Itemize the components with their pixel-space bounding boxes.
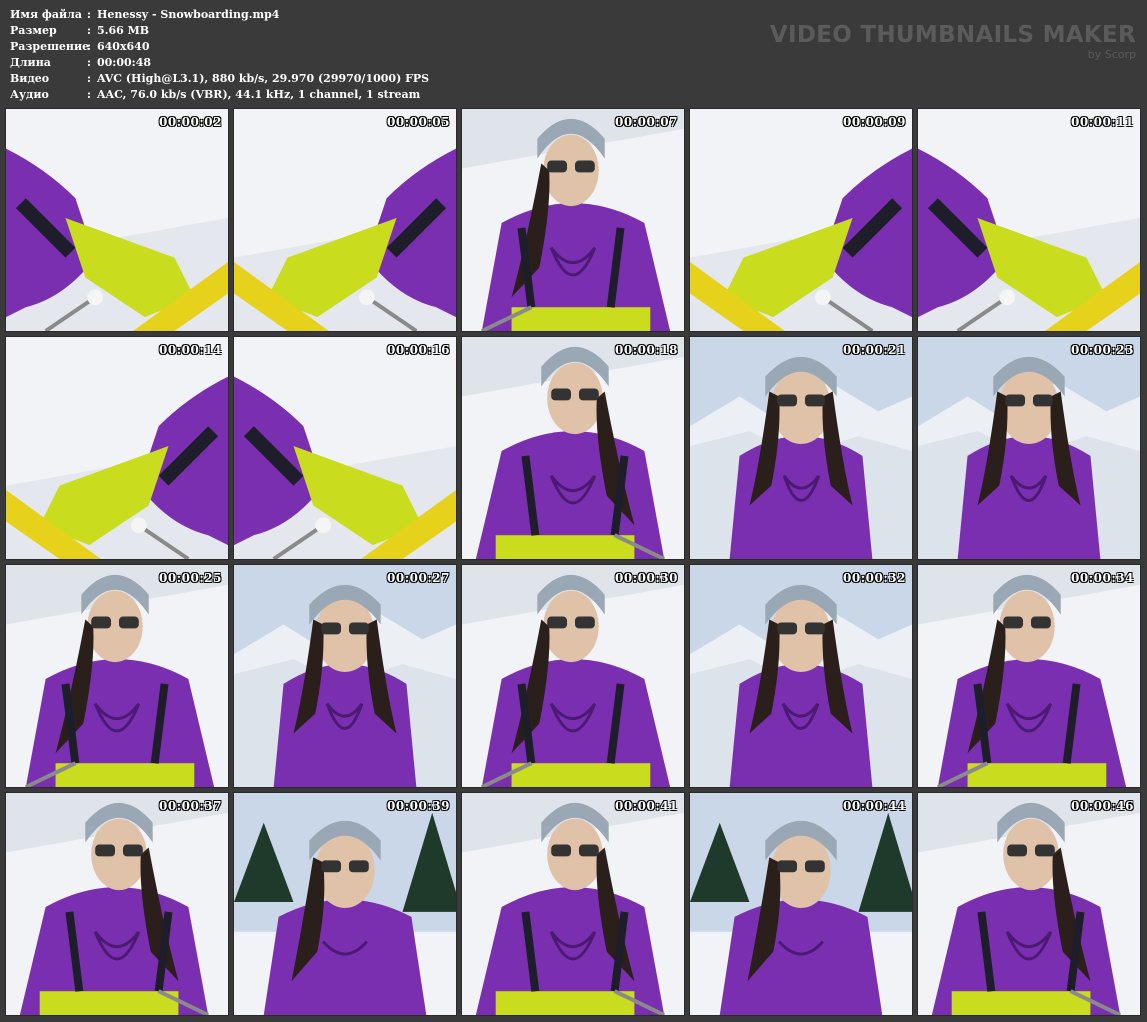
file-info-value: 00:00:48 bbox=[97, 56, 152, 69]
file-info-row: Видео: AVC (High@L3.1), 880 kb/s, 29.970 … bbox=[10, 71, 429, 87]
thumbnail-frame: 00:00:25 bbox=[5, 564, 229, 788]
thumbnail-frame: 00:00:46 bbox=[917, 792, 1141, 1016]
frame-timestamp: 00:00:18 bbox=[615, 343, 678, 357]
file-info-separator: : bbox=[87, 72, 92, 85]
frame-timestamp: 00:00:25 bbox=[159, 571, 222, 585]
frame-timestamp: 00:00:30 bbox=[615, 571, 678, 585]
file-info-value: AAC, 76.0 kb/s (VBR), 44.1 kHz, 1 channe… bbox=[97, 88, 421, 101]
frame-timestamp: 00:00:02 bbox=[159, 115, 222, 129]
file-info-separator: : bbox=[87, 24, 92, 37]
frame-timestamp: 00:00:09 bbox=[843, 115, 906, 129]
thumbnail-frame: 00:00:30 bbox=[461, 564, 685, 788]
file-info-row: Размер:5.66 MB bbox=[10, 23, 429, 39]
thumbnail-frame: 00:00:21 bbox=[689, 336, 913, 560]
file-info-separator: : bbox=[87, 88, 92, 101]
file-info-key: Длина bbox=[10, 56, 51, 69]
watermark-title: VIDEO THUMBNAILS MAKER bbox=[769, 22, 1136, 48]
file-info-value: 640x640 bbox=[97, 40, 150, 53]
frame-timestamp: 00:00:34 bbox=[1071, 571, 1134, 585]
thumbnail-frame: 00:00:37 bbox=[5, 792, 229, 1016]
thumbnail-frame: 00:00:32 bbox=[689, 564, 913, 788]
file-info: Имя файла: Henessy - Snowboarding.mp4 Разм… bbox=[10, 7, 429, 103]
frame-timestamp: 00:00:37 bbox=[159, 799, 222, 813]
file-info-row: Длина:00:00:48 bbox=[10, 55, 429, 71]
frame-timestamp: 00:00:07 bbox=[615, 115, 678, 129]
file-info-separator: : bbox=[87, 56, 92, 69]
thumbnail-frame: 00:00:34 bbox=[917, 564, 1141, 788]
thumbnail-frame: 00:00:39 bbox=[233, 792, 457, 1016]
thumbnail-frame: 00:00:44 bbox=[689, 792, 913, 1016]
frame-timestamp: 00:00:41 bbox=[615, 799, 678, 813]
file-info-key: Видео bbox=[10, 72, 50, 85]
thumbnail-frame: 00:00:09 bbox=[689, 108, 913, 332]
file-info-row: Имя файла: Henessy - Snowboarding.mp4 bbox=[10, 7, 429, 23]
frame-timestamp: 00:00:05 bbox=[387, 115, 450, 129]
file-info-row: Разрешение:640x640 bbox=[10, 39, 429, 55]
frame-timestamp: 00:00:46 bbox=[1071, 799, 1134, 813]
frame-timestamp: 00:00:39 bbox=[387, 799, 450, 813]
file-info-key: Разрешение bbox=[10, 40, 90, 53]
file-info-row: Аудио: AAC, 76.0 kb/s (VBR), 44.1 kHz, 1 … bbox=[10, 87, 429, 103]
file-info-separator: : bbox=[87, 8, 92, 21]
thumbnail-frame: 00:00:23 bbox=[917, 336, 1141, 560]
thumbnail-frame: 00:00:16 bbox=[233, 336, 457, 560]
thumbnail-frame: 00:00:27 bbox=[233, 564, 457, 788]
frame-timestamp: 00:00:21 bbox=[843, 343, 906, 357]
thumbnail-frame: 00:00:05 bbox=[233, 108, 457, 332]
file-info-key: Имя файла bbox=[10, 8, 82, 21]
frame-timestamp: 00:00:32 bbox=[843, 571, 906, 585]
frame-timestamp: 00:00:14 bbox=[159, 343, 222, 357]
frame-timestamp: 00:00:16 bbox=[387, 343, 450, 357]
file-info-key: Аудио bbox=[10, 88, 49, 101]
thumbnail-frame: 00:00:07 bbox=[461, 108, 685, 332]
file-info-key: Размер bbox=[10, 24, 57, 37]
file-info-separator: : bbox=[87, 40, 92, 53]
frame-timestamp: 00:00:44 bbox=[843, 799, 906, 813]
watermark: VIDEO THUMBNAILS MAKER by Scorp bbox=[770, 22, 1136, 61]
thumbnail-frame: 00:00:41 bbox=[461, 792, 685, 1016]
thumbnail-grid: 00:00:02 00:00:05 00:00:07 00:00:09 00:0… bbox=[5, 108, 1141, 1016]
frame-timestamp: 00:00:11 bbox=[1071, 115, 1134, 129]
watermark-subtitle: by Scorp bbox=[1087, 48, 1136, 61]
thumbnail-frame: 00:00:02 bbox=[5, 108, 229, 332]
file-info-value: AVC (High@L3.1), 880 kb/s, 29.970 (29970… bbox=[97, 72, 430, 85]
thumbnail-frame: 00:00:11 bbox=[917, 108, 1141, 332]
frame-timestamp: 00:00:27 bbox=[387, 571, 450, 585]
thumbnail-frame: 00:00:18 bbox=[461, 336, 685, 560]
file-info-value: Henessy - Snowboarding.mp4 bbox=[97, 8, 280, 21]
file-info-value: 5.66 MB bbox=[97, 24, 150, 37]
frame-timestamp: 00:00:23 bbox=[1071, 343, 1134, 357]
thumbnail-frame: 00:00:14 bbox=[5, 336, 229, 560]
